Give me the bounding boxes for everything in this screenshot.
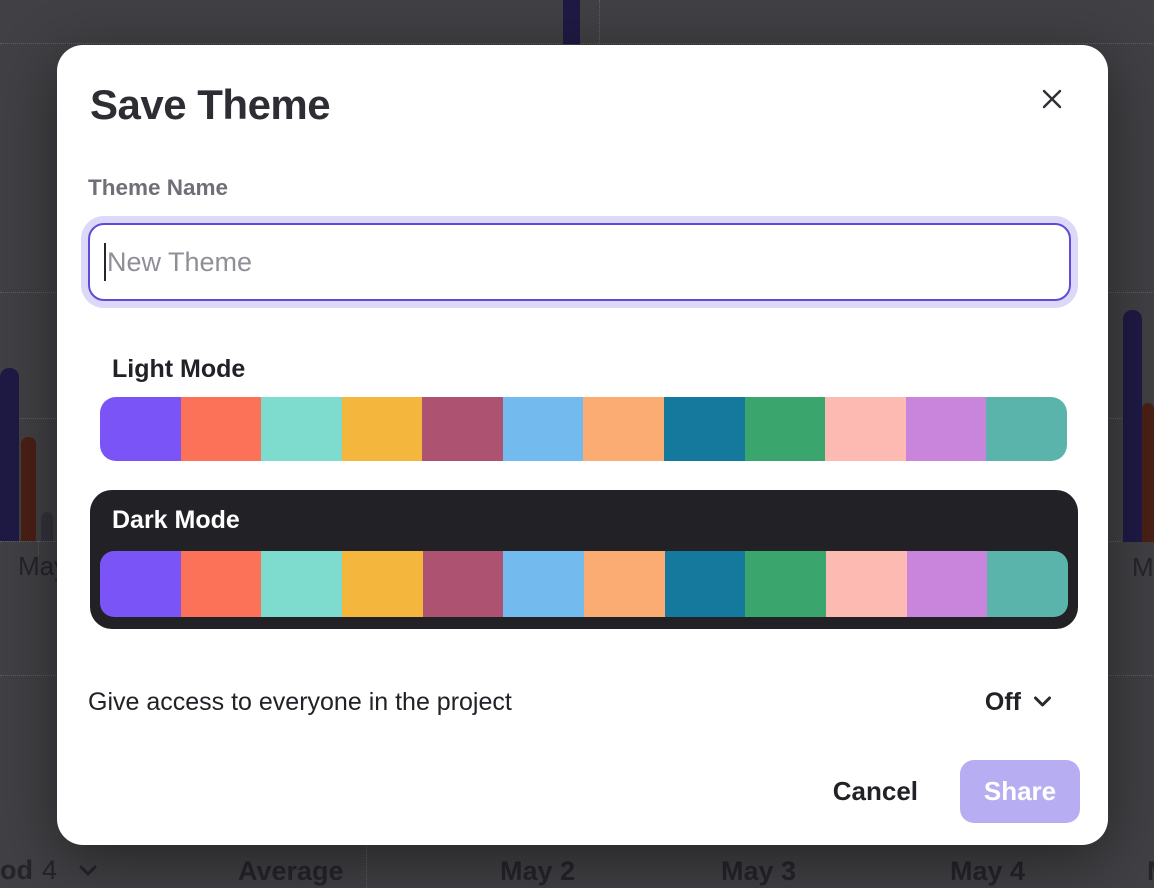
save-theme-dialog: Save Theme Theme Name Light Mode Dark Mo… [57, 45, 1108, 845]
chart-bar [41, 512, 53, 541]
color-swatch [261, 551, 342, 617]
color-swatch [181, 551, 262, 617]
axis-label: May 3 [721, 856, 796, 887]
color-swatch [261, 397, 342, 461]
light-mode-palette [100, 397, 1067, 461]
chevron-down-icon [79, 865, 97, 877]
chart-bar [1123, 310, 1142, 542]
color-swatch [745, 551, 826, 617]
theme-name-label: Theme Name [88, 175, 228, 201]
close-button[interactable] [1032, 79, 1072, 119]
color-swatch [342, 551, 423, 617]
dialog-title: Save Theme [90, 81, 330, 129]
access-dropdown[interactable]: Off [985, 688, 1052, 717]
access-row: Give access to everyone in the project O… [88, 681, 1052, 723]
dialog-footer: Cancel Share [833, 760, 1080, 823]
theme-name-input[interactable] [88, 223, 1071, 301]
color-swatch [423, 551, 504, 617]
cancel-button[interactable]: Cancel [833, 776, 918, 807]
chart-bar [21, 437, 36, 541]
axis-label: Average [238, 856, 344, 887]
color-swatch [342, 397, 423, 461]
color-swatch [987, 551, 1068, 617]
color-swatch [825, 397, 906, 461]
light-mode-label: Light Mode [112, 355, 245, 384]
dark-mode-palette [100, 551, 1068, 617]
chevron-down-icon [1033, 696, 1052, 708]
chart-bar [0, 368, 19, 541]
dark-mode-card: Dark Mode [90, 490, 1078, 629]
chart-bar [563, 0, 580, 44]
chart-x-label: Ma [1132, 552, 1154, 583]
period-dropdown-label: od [0, 855, 33, 886]
axis-label: May 4 [950, 856, 1025, 887]
axis-label: M [1147, 856, 1154, 887]
color-swatch [503, 397, 584, 461]
gridline [366, 845, 367, 888]
close-icon [1040, 87, 1064, 111]
period-dropdown[interactable]: od 4 [0, 855, 97, 886]
color-swatch [583, 397, 664, 461]
color-swatch [907, 551, 988, 617]
color-swatch [826, 551, 907, 617]
access-label: Give access to everyone in the project [88, 688, 512, 717]
gridline [599, 0, 600, 44]
share-button[interactable]: Share [960, 760, 1080, 823]
chart-bar [1142, 403, 1154, 542]
axis-label: May 2 [500, 856, 575, 887]
access-dropdown-value: Off [985, 688, 1021, 717]
color-swatch [664, 397, 745, 461]
color-swatch [584, 551, 665, 617]
text-cursor [104, 243, 106, 281]
color-swatch [665, 551, 746, 617]
period-dropdown-value: 4 [42, 855, 57, 886]
color-swatch [745, 397, 826, 461]
color-swatch [100, 397, 181, 461]
color-swatch [503, 551, 584, 617]
color-swatch [986, 397, 1067, 461]
dark-mode-label: Dark Mode [112, 506, 240, 535]
color-swatch [906, 397, 987, 461]
color-swatch [100, 551, 181, 617]
color-swatch [422, 397, 503, 461]
color-swatch [181, 397, 262, 461]
